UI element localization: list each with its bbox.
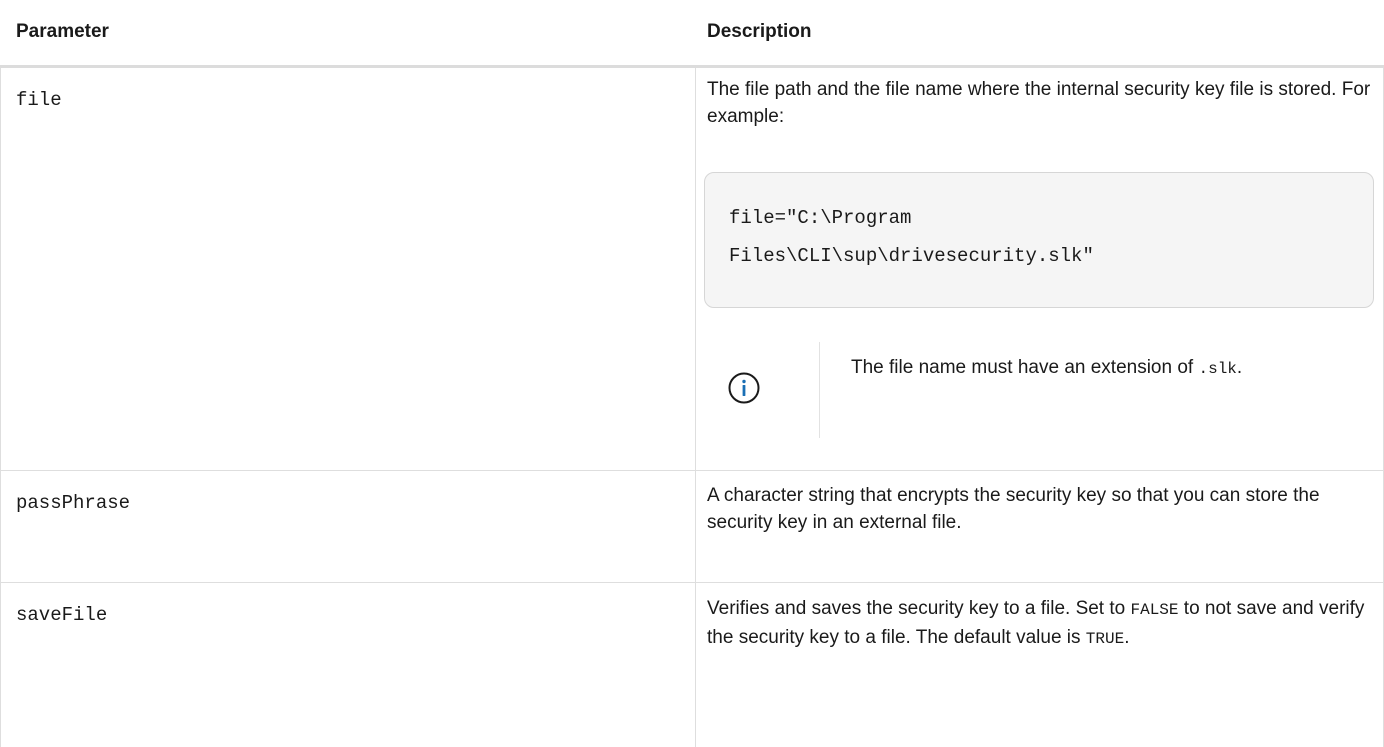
parameter-table: Parameter Description file The file path… [0,0,1384,747]
param-name-passphrase: passPhrase [16,492,131,514]
savefile-code-false: FALSE [1130,601,1179,619]
note-code-extension: .slk [1198,360,1237,378]
code-line-2: Files\CLI\sup\drivesecurity.slk" [729,245,1094,267]
info-icon [728,372,760,404]
description-passphrase: A character string that encrypts the sec… [707,485,1320,533]
note-text: The file name must have an extension of … [851,354,1361,383]
note-admonition: The file name must have an extension of … [704,342,1374,438]
table-row-file: file The file path and the file name whe… [0,68,1384,471]
note-text-before: The file name must have an extension of [851,357,1199,378]
table-row-savefile: saveFile Verifies and saves the security… [0,583,1384,747]
description-savefile: Verifies and saves the security key to a… [707,595,1372,653]
header-parameter: Parameter [16,21,109,42]
param-name-savefile: saveFile [16,604,108,626]
header-description: Description [707,21,812,42]
table-row-passphrase: passPhrase A character string that encry… [0,471,1384,583]
savefile-desc-part1: Verifies and saves the security key to a… [707,598,1131,619]
code-line-1: file="C:\Program [729,207,912,229]
param-name-file: file [16,89,62,111]
code-example-block: file="C:\Program Files\CLI\sup\drivesecu… [704,172,1374,308]
note-text-after: . [1236,357,1243,378]
description-file: The file path and the file name where th… [707,79,1371,127]
savefile-desc-part3: . [1124,627,1130,648]
table-header-row: Parameter Description [0,0,1384,68]
savefile-code-true: TRUE [1085,630,1125,648]
note-divider [819,342,820,438]
